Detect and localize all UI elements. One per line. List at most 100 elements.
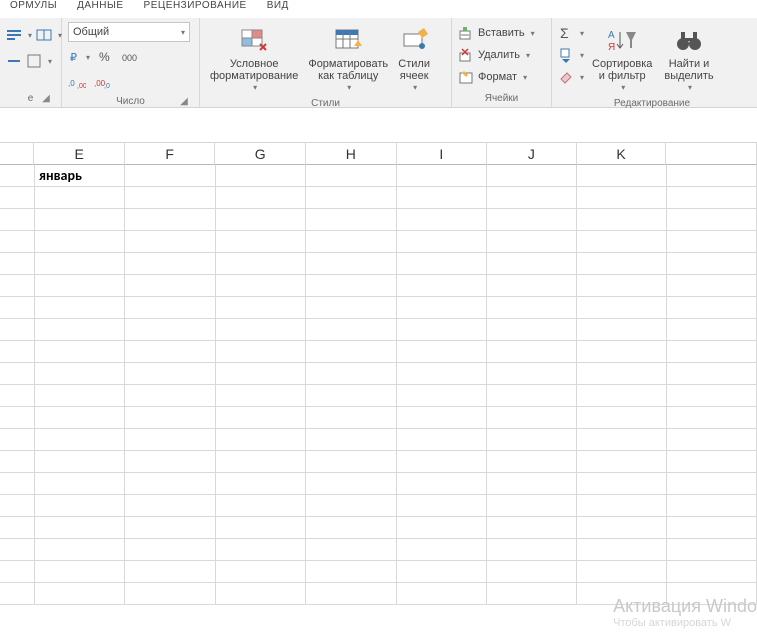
cell[interactable] [35,319,125,341]
cell[interactable] [0,451,35,473]
cell[interactable] [35,385,125,407]
format-cells-button[interactable]: Формат ▾ [458,66,527,88]
cell[interactable] [397,451,487,473]
cell[interactable] [577,495,667,517]
cell[interactable] [667,539,757,561]
cell[interactable] [216,165,306,187]
cell[interactable] [397,275,487,297]
cell[interactable] [397,165,487,187]
insert-cells-button[interactable]: Вставить ▾ [458,22,535,44]
cell[interactable] [216,407,306,429]
cell[interactable] [487,385,577,407]
cell[interactable] [667,165,757,187]
cell[interactable] [397,297,487,319]
cell[interactable] [397,341,487,363]
cell[interactable] [216,275,306,297]
cell[interactable] [667,253,757,275]
cell[interactable] [306,341,396,363]
cell[interactable] [35,363,125,385]
cell[interactable] [0,187,35,209]
cell[interactable] [577,473,667,495]
cell[interactable] [35,209,125,231]
cell[interactable] [35,407,125,429]
cell[interactable] [0,275,35,297]
tab-formulas[interactable]: ОРМУЛЫ [0,0,67,18]
cell[interactable] [397,253,487,275]
column-header-K[interactable]: K [577,143,667,165]
cell[interactable] [667,275,757,297]
cell[interactable] [667,451,757,473]
chevron-down-icon[interactable]: ▾ [28,31,32,40]
cell[interactable] [125,495,215,517]
cell[interactable] [306,275,396,297]
borders-icon[interactable] [26,53,42,69]
cell[interactable] [125,297,215,319]
cell[interactable] [577,561,667,583]
wrap-text-icon[interactable] [6,27,22,43]
delete-cells-button[interactable]: Удалить ▾ [458,44,530,66]
cell[interactable] [667,231,757,253]
cell[interactable] [306,407,396,429]
cell[interactable] [397,473,487,495]
cell[interactable] [306,517,396,539]
cell[interactable] [216,297,306,319]
cell[interactable] [125,385,215,407]
cell[interactable] [35,187,125,209]
cell[interactable] [487,495,577,517]
cell[interactable] [216,473,306,495]
clear-button[interactable]: ▾ [558,66,584,88]
cell[interactable] [577,451,667,473]
cell[interactable] [577,165,667,187]
cell[interactable] [35,539,125,561]
comma-style-icon[interactable]: 000 [122,50,140,64]
cell[interactable] [125,209,215,231]
cell[interactable] [306,209,396,231]
cell[interactable] [0,517,35,539]
cell[interactable] [0,473,35,495]
cell[interactable] [667,473,757,495]
cell[interactable] [577,253,667,275]
fill-button[interactable]: ▾ [558,44,584,66]
cell[interactable] [0,539,35,561]
cell[interactable] [487,451,577,473]
cell[interactable] [0,209,35,231]
cell[interactable] [577,385,667,407]
cell[interactable] [397,407,487,429]
cell[interactable] [0,165,35,187]
cell[interactable] [306,451,396,473]
cell[interactable] [216,363,306,385]
cell[interactable] [306,231,396,253]
cell[interactable] [577,429,667,451]
decrease-decimal-icon[interactable]: ,00,0 [94,76,112,90]
currency-icon[interactable]: ₽▾ [68,49,90,65]
cell[interactable] [487,407,577,429]
cell[interactable] [35,451,125,473]
number-format-select[interactable]: Общий ▾ [68,22,190,42]
cell[interactable] [487,539,577,561]
cell[interactable] [125,341,215,363]
cell[interactable] [577,517,667,539]
chevron-down-icon[interactable]: ▾ [48,57,52,66]
cell[interactable] [0,231,35,253]
cell[interactable] [35,495,125,517]
cell[interactable] [397,561,487,583]
cell[interactable] [35,517,125,539]
cell[interactable] [487,319,577,341]
merge-cells-icon[interactable] [36,27,52,43]
cell[interactable] [487,297,577,319]
cell[interactable] [306,495,396,517]
cell[interactable] [216,495,306,517]
column-header-J[interactable]: J [487,143,577,165]
cell[interactable] [125,165,215,187]
cell[interactable] [397,495,487,517]
sort-filter-button[interactable]: АЯ Сортировка и фильтр ▾ [588,22,656,96]
cell[interactable] [397,539,487,561]
cell[interactable] [35,429,125,451]
cell[interactable] [487,165,577,187]
column-header-I[interactable]: I [397,143,488,165]
cell[interactable] [667,209,757,231]
cell[interactable] [216,385,306,407]
cell[interactable] [397,319,487,341]
cell[interactable] [125,319,215,341]
cell[interactable] [125,451,215,473]
